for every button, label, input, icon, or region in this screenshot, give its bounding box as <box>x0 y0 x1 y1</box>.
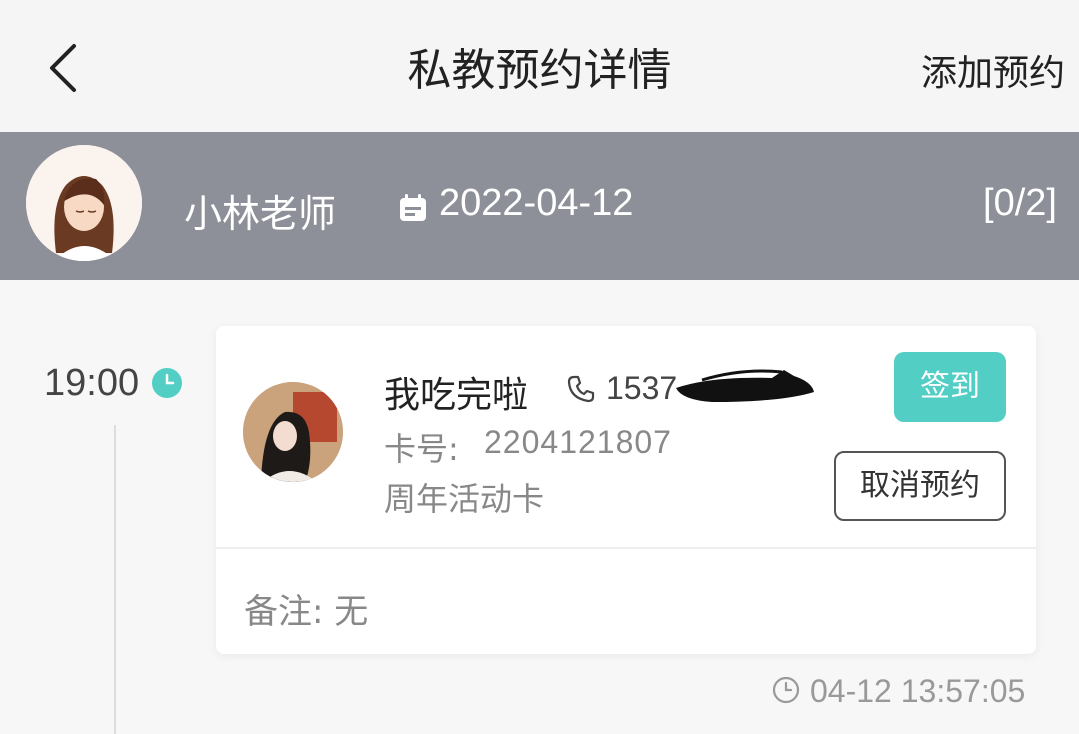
clock-icon <box>152 368 182 398</box>
member-phone[interactable]: 1537 <box>606 370 677 407</box>
member-name: 我吃完啦 <box>384 375 529 416</box>
booking-remark: 备注: 无 <box>244 592 369 632</box>
booking-detail-page: 私教预约详情 添加预约 小林老师 2022-04-12 [0/2] 19:00 … <box>0 0 1079 734</box>
clock-icon <box>772 676 800 704</box>
card-divider <box>216 547 1036 549</box>
coach-name: 小林老师 <box>184 192 337 236</box>
timeline-line <box>114 425 116 734</box>
booking-date: 2022-04-12 <box>439 182 634 224</box>
booking-count: [0/2] <box>983 182 1057 224</box>
created-timestamp: 04-12 13:57:05 <box>810 673 1026 709</box>
phone-icon[interactable] <box>566 374 596 404</box>
calendar-icon <box>400 194 426 221</box>
slot-time: 19:00 <box>44 362 140 404</box>
card-number-label: 卡号: <box>384 430 459 468</box>
member-avatar <box>243 382 343 482</box>
checkin-button[interactable]: 签到 <box>894 352 1006 422</box>
top-nav-bar: 私教预约详情 添加预约 <box>0 0 1079 132</box>
booking-card: 我吃完啦 1537 卡号: 2204121807 周年活动卡 签到 取消预约 备… <box>216 326 1036 654</box>
coach-avatar <box>26 145 142 261</box>
cancel-booking-button[interactable]: 取消预约 <box>834 451 1006 521</box>
card-number: 2204121807 <box>484 424 672 460</box>
page-title: 私教预约详情 <box>407 45 672 96</box>
add-booking-button[interactable]: 添加预约 <box>921 44 1065 96</box>
card-type: 周年活动卡 <box>384 480 545 518</box>
redaction-mark <box>676 369 814 402</box>
coach-info-bar: 小林老师 2022-04-12 [0/2] <box>0 132 1079 280</box>
